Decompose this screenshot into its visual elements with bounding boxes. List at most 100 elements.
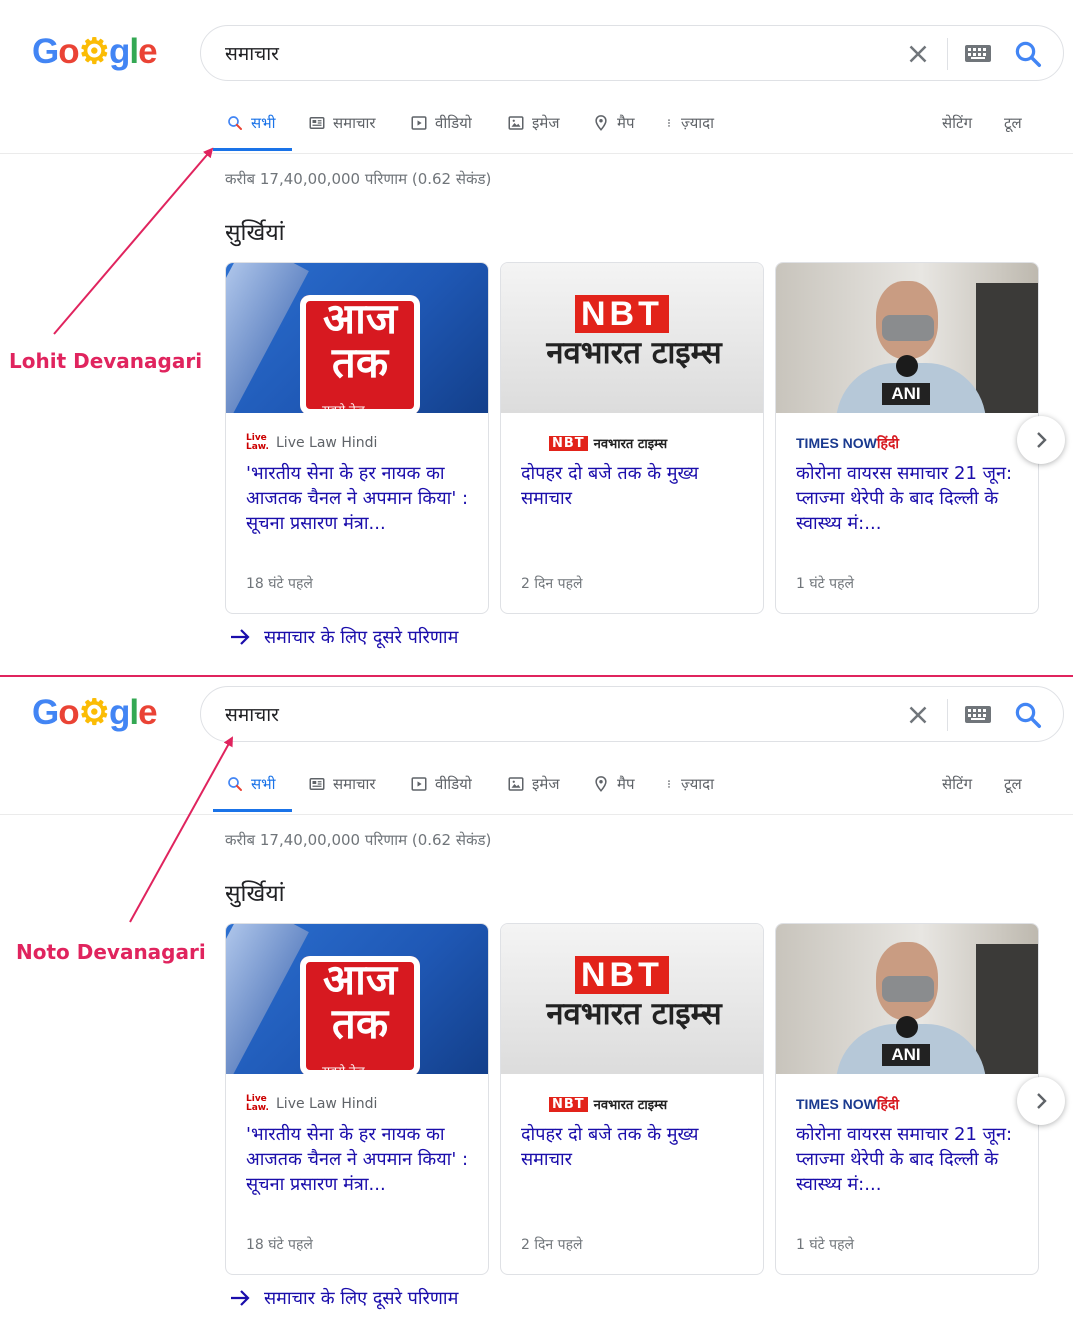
news-card[interactable]: ANI TIMES NOW हिंदी कोरोना वायरस समाचार …	[775, 262, 1039, 614]
tab-all[interactable]: सभी	[226, 769, 276, 813]
tools-link[interactable]: टूल	[1004, 108, 1022, 152]
news-thumbnail-ani: ANI	[776, 924, 1038, 1074]
source-logo-livelaw: Live Law.	[246, 1094, 269, 1113]
search-icon	[228, 116, 242, 130]
google-doodle-logo[interactable]: Go⚙gle	[32, 693, 158, 733]
carousel-next-button[interactable]	[1017, 1077, 1065, 1125]
top-stories-heading: सुर्खियां	[225, 220, 285, 246]
news-card[interactable]: ANI TIMES NOW हिंदी कोरोना वायरस समाचार …	[775, 923, 1039, 1275]
news-headline[interactable]: 'भारतीय सेना के हर नायक का आजतक चैनल ने …	[246, 1122, 478, 1197]
news-age: 1 घंटे पहले	[796, 576, 855, 592]
news-age: 2 दिन पहले	[521, 1237, 583, 1253]
more-news-link[interactable]: समाचार के लिए दूसरे परिणाम	[228, 625, 458, 649]
source-logo-timesnow: TIMES NOW	[796, 1096, 877, 1112]
news-thumbnail-nbt: NBT नवभारत टाइम्स	[501, 924, 763, 1074]
news-source: TIMES NOW हिंदी	[796, 435, 900, 452]
settings-link[interactable]: सेटिंग	[942, 108, 972, 152]
more-vert-icon	[668, 119, 670, 127]
clear-search-button[interactable]	[903, 700, 933, 730]
tab-videos[interactable]: वीडियो	[410, 769, 472, 813]
search-tabs: सभी समाचार वीडियो इमेज मैप ज़्यादा सेटिं…	[0, 769, 1073, 815]
tab-maps[interactable]: मैप	[592, 108, 635, 152]
news-card[interactable]: आज तक सबसे तेज़ Live Law. Live Law Hindi…	[225, 923, 489, 1275]
search-bar-divider	[947, 699, 948, 731]
active-tab-indicator	[213, 148, 292, 151]
keyboard-icon[interactable]	[965, 706, 991, 723]
news-card[interactable]: आज तक सबसे तेज़ Live Law. Live Law Hindi…	[225, 262, 489, 614]
news-age: 1 घंटे पहले	[796, 1237, 855, 1253]
news-headline[interactable]: 'भारतीय सेना के हर नायक का आजतक चैनल ने …	[246, 461, 478, 536]
search-bar-divider	[947, 38, 948, 70]
news-thumbnail-aajtak: आज तक सबसे तेज़	[226, 924, 488, 1074]
arrow-right-icon	[231, 1290, 250, 1306]
google-doodle-logo[interactable]: Go⚙gle	[32, 32, 158, 72]
tab-more[interactable]: ज़्यादा	[664, 108, 714, 152]
tab-images[interactable]: इमेज	[507, 108, 559, 152]
news-headline[interactable]: कोरोना वायरस समाचार 21 जून: प्लाज्मा थेर…	[796, 461, 1028, 536]
source-logo-nbt: NBT	[549, 435, 588, 451]
source-logo-timesnow: TIMES NOW	[796, 435, 877, 451]
search-button[interactable]	[1013, 39, 1043, 69]
news-age: 18 घंटे पहले	[246, 576, 313, 592]
source-logo-livelaw: Live Law.	[246, 433, 269, 452]
news-source: NBT नवभारत टाइम्स	[549, 1094, 667, 1114]
news-icon	[309, 117, 325, 129]
tab-maps[interactable]: मैप	[592, 769, 635, 813]
doodle-gear-icon: ⚙	[78, 32, 110, 71]
news-source: Live Law. Live Law Hindi	[246, 433, 378, 452]
search-bar	[200, 686, 1064, 742]
news-card[interactable]: NBT नवभारत टाइम्स NBT नवभारत टाइम्स दोपह…	[500, 262, 764, 614]
map-pin-icon	[595, 115, 607, 131]
arrow-right-icon	[231, 629, 250, 645]
search-button[interactable]	[1013, 700, 1043, 730]
video-icon	[411, 777, 427, 791]
more-news-link[interactable]: समाचार के लिए दूसरे परिणाम	[228, 1286, 458, 1310]
chevron-right-icon	[1037, 1093, 1047, 1109]
tools-link[interactable]: टूल	[1004, 769, 1022, 813]
search-tabs: सभी समाचार वीडियो इमेज मैप ज़्यादा सेटिं…	[0, 108, 1073, 154]
result-stats: करीब 17,40,00,000 परिणाम (0.62 सेकंड)	[225, 170, 492, 188]
news-age: 2 दिन पहले	[521, 576, 583, 592]
news-age: 18 घंटे पहले	[246, 1237, 313, 1253]
close-icon	[909, 706, 927, 724]
tab-images[interactable]: इमेज	[507, 769, 559, 813]
map-pin-icon	[595, 776, 607, 792]
news-icon	[309, 778, 325, 790]
image-icon	[508, 116, 524, 130]
keyboard-icon[interactable]	[965, 45, 991, 62]
news-source: TIMES NOW हिंदी	[796, 1096, 900, 1113]
search-input[interactable]	[225, 39, 865, 67]
annotation-label-noto: Noto Devanagari	[16, 940, 206, 964]
tabs-divider	[0, 814, 1073, 815]
news-source: Live Law. Live Law Hindi	[246, 1094, 378, 1113]
tab-all[interactable]: सभी	[226, 108, 276, 152]
more-vert-icon	[668, 780, 670, 788]
search-results-panel-lohit: Go⚙gle सभी समाचार	[0, 0, 1073, 666]
news-source: NBT नवभारत टाइम्स	[549, 433, 667, 453]
settings-link[interactable]: सेटिंग	[942, 769, 972, 813]
tab-videos[interactable]: वीडियो	[410, 108, 472, 152]
top-stories-heading: सुर्खियां	[225, 881, 285, 907]
search-results-panel-noto: Go⚙gle सभी समाचार	[0, 661, 1073, 1327]
news-headline[interactable]: कोरोना वायरस समाचार 21 जून: प्लाज्मा थेर…	[796, 1122, 1028, 1197]
search-input[interactable]	[225, 700, 865, 728]
tab-more[interactable]: ज़्यादा	[664, 769, 714, 813]
news-thumbnail-nbt: NBT नवभारत टाइम्स	[501, 263, 763, 413]
close-icon	[909, 45, 927, 63]
news-thumbnail-aajtak: आज तक सबसे तेज़	[226, 263, 488, 413]
clear-search-button[interactable]	[903, 39, 933, 69]
doodle-gear-icon: ⚙	[78, 693, 110, 732]
annotation-label-lohit: Lohit Devanagari	[9, 349, 203, 373]
result-stats: करीब 17,40,00,000 परिणाम (0.62 सेकंड)	[225, 831, 492, 849]
image-icon	[508, 777, 524, 791]
tab-news[interactable]: समाचार	[308, 108, 376, 152]
chevron-right-icon	[1037, 432, 1047, 448]
news-card[interactable]: NBT नवभारत टाइम्स NBT नवभारत टाइम्स दोपह…	[500, 923, 764, 1275]
carousel-next-button[interactable]	[1017, 416, 1065, 464]
news-thumbnail-ani: ANI	[776, 263, 1038, 413]
tabs-divider	[0, 153, 1073, 154]
active-tab-indicator	[213, 809, 292, 812]
news-headline[interactable]: दोपहर दो बजे तक के मुख्य समाचार	[521, 1122, 753, 1172]
tab-news[interactable]: समाचार	[308, 769, 376, 813]
news-headline[interactable]: दोपहर दो बजे तक के मुख्य समाचार	[521, 461, 753, 511]
